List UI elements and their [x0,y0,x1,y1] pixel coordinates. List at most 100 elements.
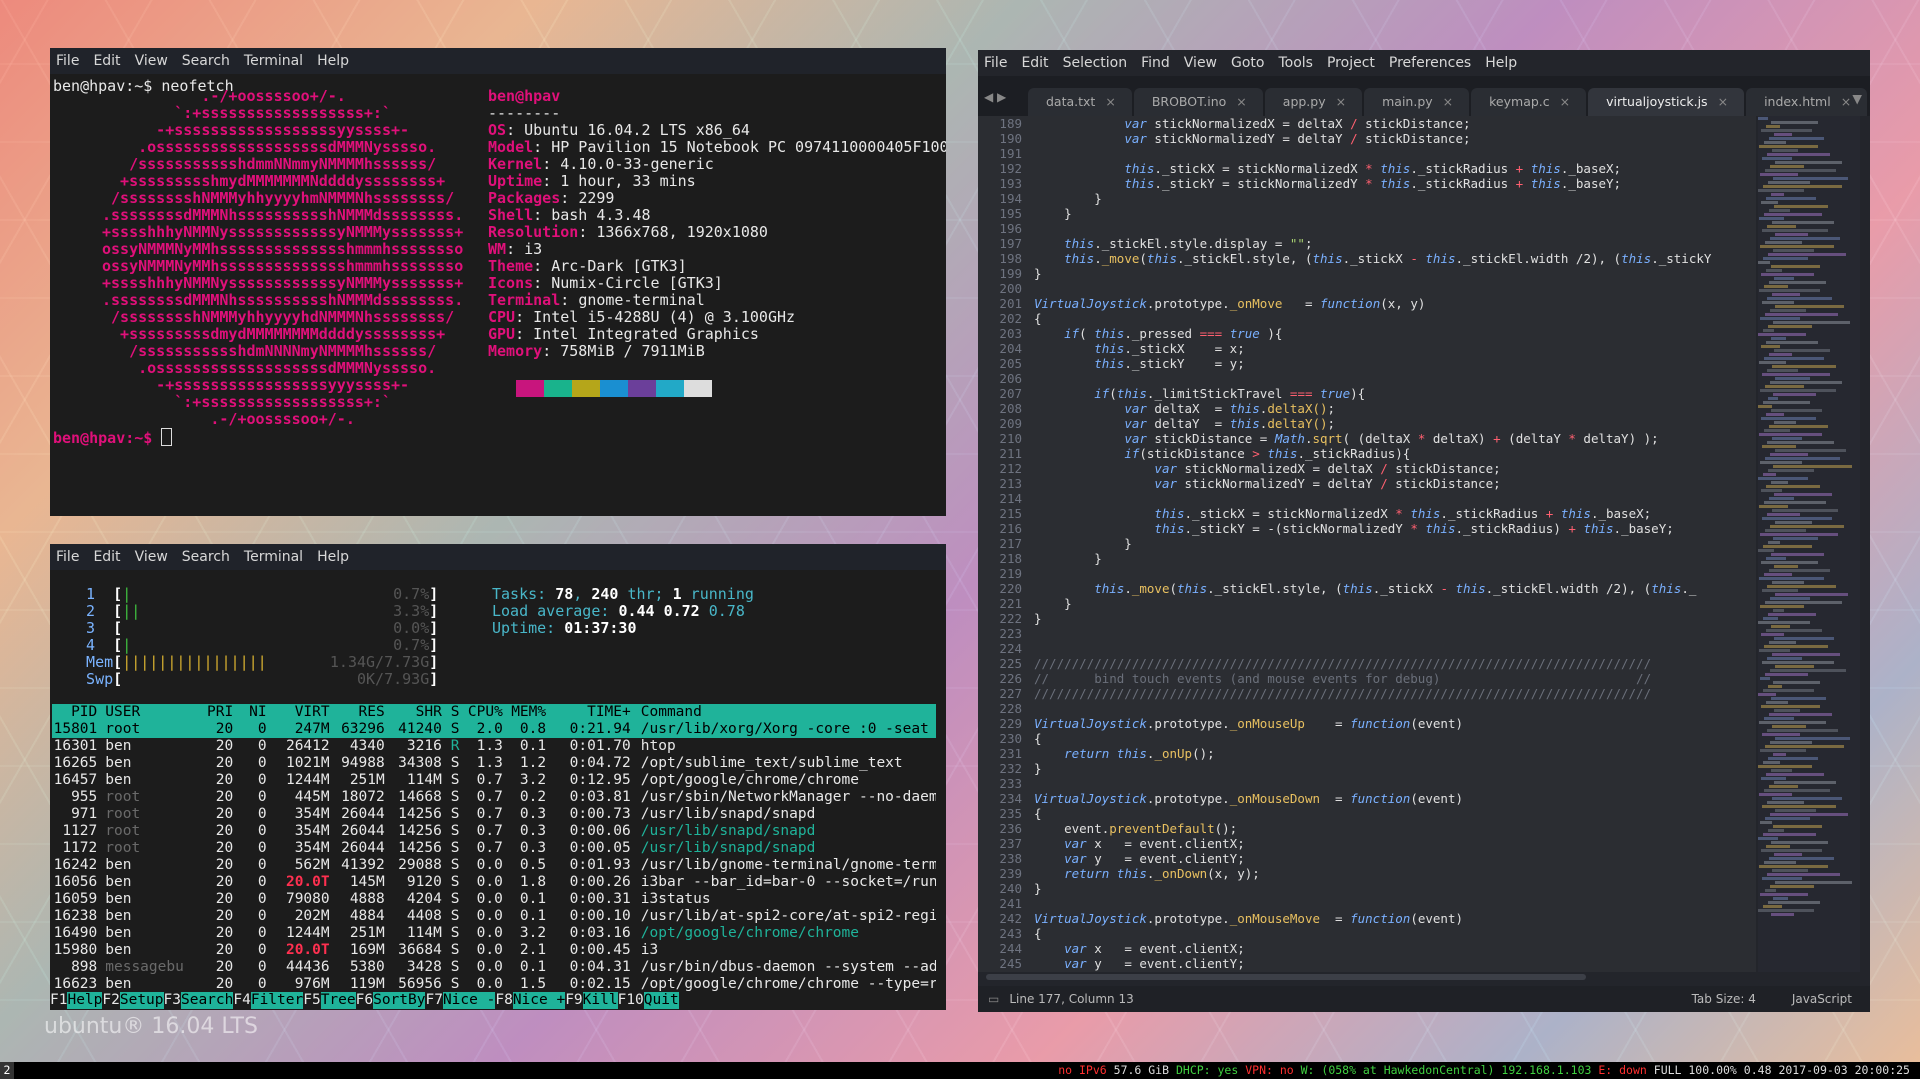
fkey-f9[interactable]: F9 [565,992,582,1009]
menu-edit[interactable]: Edit [1015,55,1056,71]
fkey-label[interactable]: Setup [119,992,164,1009]
menu-file[interactable]: File [50,549,87,565]
process-row[interactable]: 1172 root 20 0 354M 26044 14256 S 0.7 0.3 0:00.05 /… [52,840,936,857]
column-header-cpup[interactable]: CPU% [460,704,503,721]
menu-terminal[interactable]: Terminal [238,549,311,565]
close-icon[interactable]: × [1718,94,1728,109]
menu-help[interactable]: Help [311,549,357,565]
process-row[interactable]: 16059 ben 20 0 79080 4888 4204 S 0.0 0.1 0:00.31 i3… [52,891,936,908]
process-row[interactable]: 16490 ben 20 0 1244M 251M 114M S 0.0 3.2 0:03.16/o… [52,925,936,942]
process-row[interactable]: 16056 ben 20 0 20.0T 145M 9120 S 0.0 1.8 0:00.26 i3… [52,874,936,891]
code-line: 210 var stickDistance = Math.sqrt( (delt… [978,431,1756,446]
horizontal-scrollbar[interactable] [986,974,1586,980]
close-icon[interactable]: × [1443,94,1453,109]
fkey-label[interactable]: Quit [643,992,679,1009]
close-icon[interactable]: × [1336,94,1346,109]
fkey-f6[interactable]: F6 [356,992,373,1009]
fkey-f8[interactable]: F8 [495,992,512,1009]
column-header-shr[interactable]: SHR [385,704,442,721]
close-icon[interactable]: × [1236,94,1246,109]
column-header-virt[interactable]: VIRT [267,704,330,721]
fkey-f4[interactable]: F4 [233,992,250,1009]
process-row[interactable]: 16623 ben 20 0 976M 119M 56956 S 0.0 1.5 0:02.15/o… [52,976,936,993]
menu-preferences[interactable]: Preferences [1383,55,1479,71]
minimap[interactable] [1758,116,1860,972]
fkey-label[interactable]: Filter [250,992,304,1009]
process-row[interactable]: 1127 root 20 0 354M 26044 14256 S 0.7 0.3 0:00.06 /… [52,823,936,840]
process-row[interactable]: 16238 ben 20 0 202M 4884 4408 S 0.0 0.1 0:00.10/us… [52,908,936,925]
fkey-f7[interactable]: F7 [425,992,442,1009]
fkey-f10[interactable]: F10 [618,992,644,1009]
column-header-res[interactable]: RES [330,704,385,721]
fkey-label[interactable]: Nice + [512,992,566,1009]
fkey-f1[interactable]: F1 [50,992,67,1009]
syntax-mode[interactable]: JavaScript [1792,992,1852,1006]
tab-dropdown-icon[interactable]: ▼ [1852,91,1862,106]
fkey-f2[interactable]: F2 [102,992,119,1009]
prompt-line[interactable]: ben@hpav:~$ [53,428,173,447]
process-row[interactable]: 955 root 20 0 445M 18072 14668 S 0.7 0.2 0:03.81/u… [52,789,936,806]
tab-file[interactable]: BROBOT.ino × [1133,88,1263,116]
menu-view[interactable]: View [129,549,176,565]
fkey-label[interactable]: Kill [582,992,618,1009]
fkey-label[interactable]: Help [67,992,103,1009]
close-icon[interactable]: × [1105,94,1115,109]
process-table-header[interactable]: PID USER PRI NI VIRT RES SHR S CPU% MEM% TIME+ Comm… [52,704,936,721]
menu-goto[interactable]: Goto [1225,55,1272,71]
tab-file[interactable]: index.html × [1746,88,1868,116]
menu-help[interactable]: Help [311,53,357,69]
menu-edit[interactable]: Edit [87,549,128,565]
tab-file[interactable]: app.py × [1264,88,1363,116]
menu-search[interactable]: Search [176,549,238,565]
column-header-time[interactable]: TIME+ [546,704,631,721]
menu-help[interactable]: Help [1479,55,1525,71]
tab-file[interactable]: keymap.c × [1471,88,1587,116]
menu-selection[interactable]: Selection [1057,55,1136,71]
tab-file[interactable]: virtualjoystick.js × [1588,88,1745,116]
fkey-label[interactable]: Search [180,992,234,1009]
tab-file[interactable]: main.py × [1364,88,1470,116]
menu-view[interactable]: View [1178,55,1225,71]
process-row[interactable]: 15801 root 20 0 247M 63296 41240 S 2.0 0.8 0:21.94… [52,721,936,738]
process-row[interactable]: 898 messagebu 20 0 44436 5380 3428 S 0.0 0.1 0:04.… [52,959,936,976]
panel-toggle-icon[interactable]: ▭ [988,992,999,1006]
menu-file[interactable]: File [978,55,1015,71]
tab-scroll-arrows-icon[interactable]: ◀ ▶ [978,90,1028,116]
close-icon[interactable]: × [1560,94,1570,109]
menu-view[interactable]: View [129,53,176,69]
menu-find[interactable]: Find [1135,55,1178,71]
fkey-label[interactable]: Nice - [442,992,496,1009]
menu-terminal[interactable]: Terminal [238,53,311,69]
column-header-s[interactable]: S [442,704,460,721]
process-row[interactable]: 16457 ben 20 0 1244M 251M 114M S 0.7 3.2 0:12.95/o… [52,772,936,789]
process-row[interactable]: 16242 ben 20 0 562M 41392 29088 S 0.0 0.5 0:01.93 /… [52,857,936,874]
column-header-user[interactable]: USER [97,704,199,721]
code-editor[interactable]: 189 var stickNormalizedX = deltaX / stic… [978,116,1756,972]
close-icon[interactable]: × [1841,94,1851,109]
workspace-button[interactable]: 2 [0,1062,14,1079]
tab-size[interactable]: Tab Size: 4 [1692,992,1756,1006]
menu-tools[interactable]: Tools [1272,55,1321,71]
tab-file[interactable]: data.txt × [1028,88,1132,116]
column-header-ni[interactable]: NI [233,704,266,721]
fkey-f5[interactable]: F5 [303,992,320,1009]
fkey-f3[interactable]: F3 [164,992,181,1009]
process-row[interactable]: 16265 ben 20 0 1021M 94988 34308 S 1.3 1.2 0:04.72… [52,755,936,772]
menu-project[interactable]: Project [1321,55,1383,71]
menu-search[interactable]: Search [176,53,238,69]
menu-file[interactable]: File [50,53,87,69]
column-header-mem[interactable]: MEM% [503,704,546,721]
process-row[interactable]: 971 root 20 0 354M 26044 14256 S 0.7 0.3 0:00.73/u… [52,806,936,823]
column-header-pid[interactable]: PID [52,704,97,721]
column-header-cmd[interactable]: Command [631,704,936,721]
menu-edit[interactable]: Edit [87,53,128,69]
sublime-text-window[interactable]: File Edit Selection Find View Goto Tools… [978,50,1870,1012]
fkey-label[interactable]: SortBy [373,992,426,1009]
neofetch-terminal-window[interactable]: File Edit View Search Terminal Help ben@… [50,48,946,516]
fkey-label[interactable]: Tree [320,992,356,1009]
column-header-pri[interactable]: PRI [200,704,233,721]
process-row[interactable]: 16301 ben 20 0 26412 4340 3216 R 1.3 0.1 0:01.70 ht… [52,738,936,755]
process-row[interactable]: 15980 ben 20 0 20.0T 169M 36684 S 0.0 2.1 0:00.45 i… [52,942,936,959]
minimap-line [1767,801,1804,804]
htop-terminal-window[interactable]: File Edit View Search Terminal Help 1 [|… [50,544,946,1010]
